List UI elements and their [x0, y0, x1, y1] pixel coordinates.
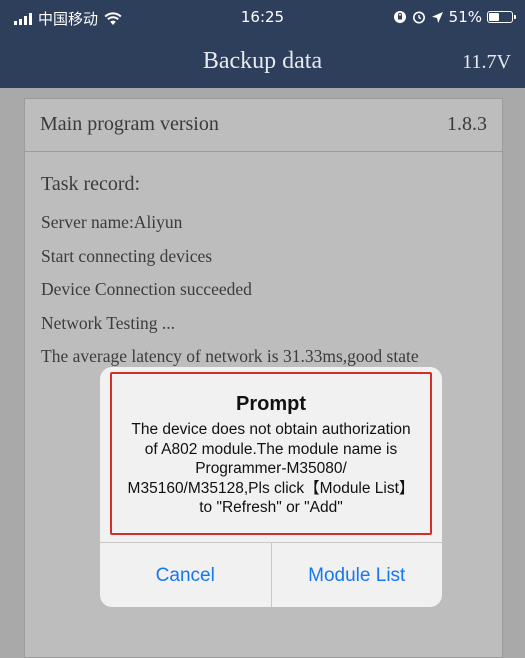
voltage-readout: 11.7V [462, 51, 511, 73]
battery-percent: 51% [448, 8, 482, 26]
version-row: Main program version 1.8.3 [25, 99, 502, 152]
location-icon [431, 11, 443, 23]
nav-bar: Backup data 11.7V [0, 36, 525, 88]
status-bar: 中国移动 16:25 51% [0, 0, 525, 36]
task-line: Start connecting devices [41, 245, 213, 266]
version-value: 1.8.3 [447, 113, 487, 135]
module-list-button[interactable]: Module List [270, 543, 443, 607]
alarm-icon [412, 11, 425, 24]
highlight-annotation [110, 372, 432, 535]
page-title: Backup data [202, 48, 323, 74]
task-line: Network Testing ... [41, 312, 176, 333]
prompt-dialog: Prompt The device does not obtain author… [100, 367, 442, 607]
task-line: Server name:Aliyun [41, 212, 183, 232]
status-right: 51% [393, 8, 516, 26]
task-record: Task record: Server name:Aliyun Start co… [41, 173, 419, 374]
dialog-actions: Cancel Module List [100, 542, 442, 607]
orientation-lock-icon [393, 11, 406, 23]
cancel-button[interactable]: Cancel [100, 543, 271, 607]
battery-icon [487, 11, 516, 23]
version-label: Main program version [40, 113, 219, 135]
task-line: Device Connection succeeded [41, 279, 252, 299]
task-record-title: Task record: [41, 173, 141, 195]
